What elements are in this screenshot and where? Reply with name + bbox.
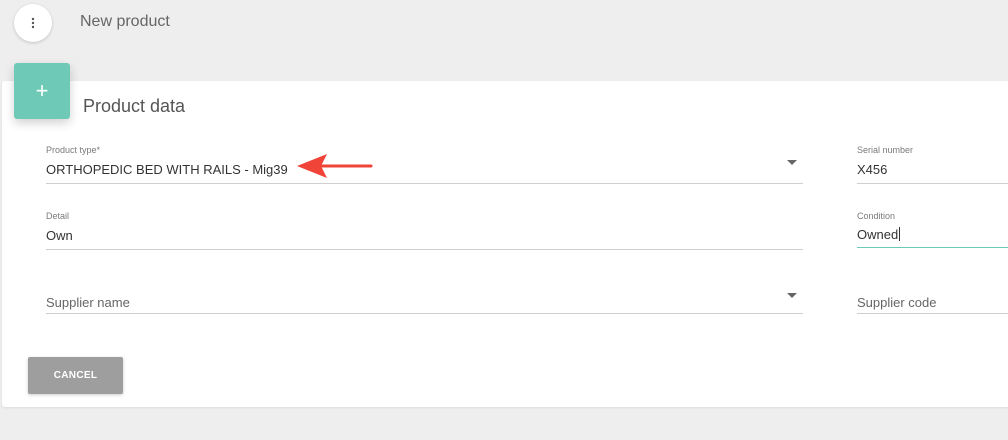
page-title: New product [80, 13, 170, 30]
serial-number-value: X456 [857, 162, 888, 177]
detail-label: Detail [46, 211, 70, 221]
serial-number-label: Serial number [857, 145, 914, 155]
condition-field[interactable]: Condition Owned [857, 211, 1008, 248]
arrow-left-icon [297, 154, 373, 178]
supplier-code-field[interactable]: Supplier code [857, 278, 1008, 314]
plus-icon: + [14, 63, 70, 119]
product-type-select[interactable]: Product type* ORTHOPEDIC BED WITH RAILS … [46, 145, 803, 184]
field-underline [857, 313, 1008, 314]
more-vertical-icon [31, 17, 35, 29]
condition-value: Owned [857, 227, 899, 242]
field-underline [857, 183, 1008, 184]
cancel-button[interactable]: CANCEL [28, 357, 123, 394]
serial-number-field[interactable]: Serial number X456 [857, 145, 1008, 184]
supplier-name-select[interactable]: Supplier name [46, 278, 803, 314]
detail-field[interactable]: Detail Own [46, 211, 803, 250]
condition-label: Condition [857, 211, 896, 221]
field-underline [46, 249, 803, 250]
field-underline [46, 183, 803, 184]
supplier-name-placeholder: Supplier name [46, 295, 130, 310]
product-type-value: ORTHOPEDIC BED WITH RAILS - Mig39 [46, 162, 288, 177]
chevron-down-icon[interactable] [787, 293, 797, 298]
text-cursor [899, 227, 901, 241]
field-underline [857, 247, 1008, 248]
chevron-down-icon[interactable] [787, 160, 797, 165]
supplier-code-placeholder: Supplier code [857, 295, 937, 310]
menu-button[interactable] [14, 4, 52, 42]
detail-value: Own [46, 228, 73, 243]
product-type-label: Product type* [46, 145, 101, 155]
card-title: Product data [83, 96, 186, 116]
field-underline [46, 313, 803, 314]
